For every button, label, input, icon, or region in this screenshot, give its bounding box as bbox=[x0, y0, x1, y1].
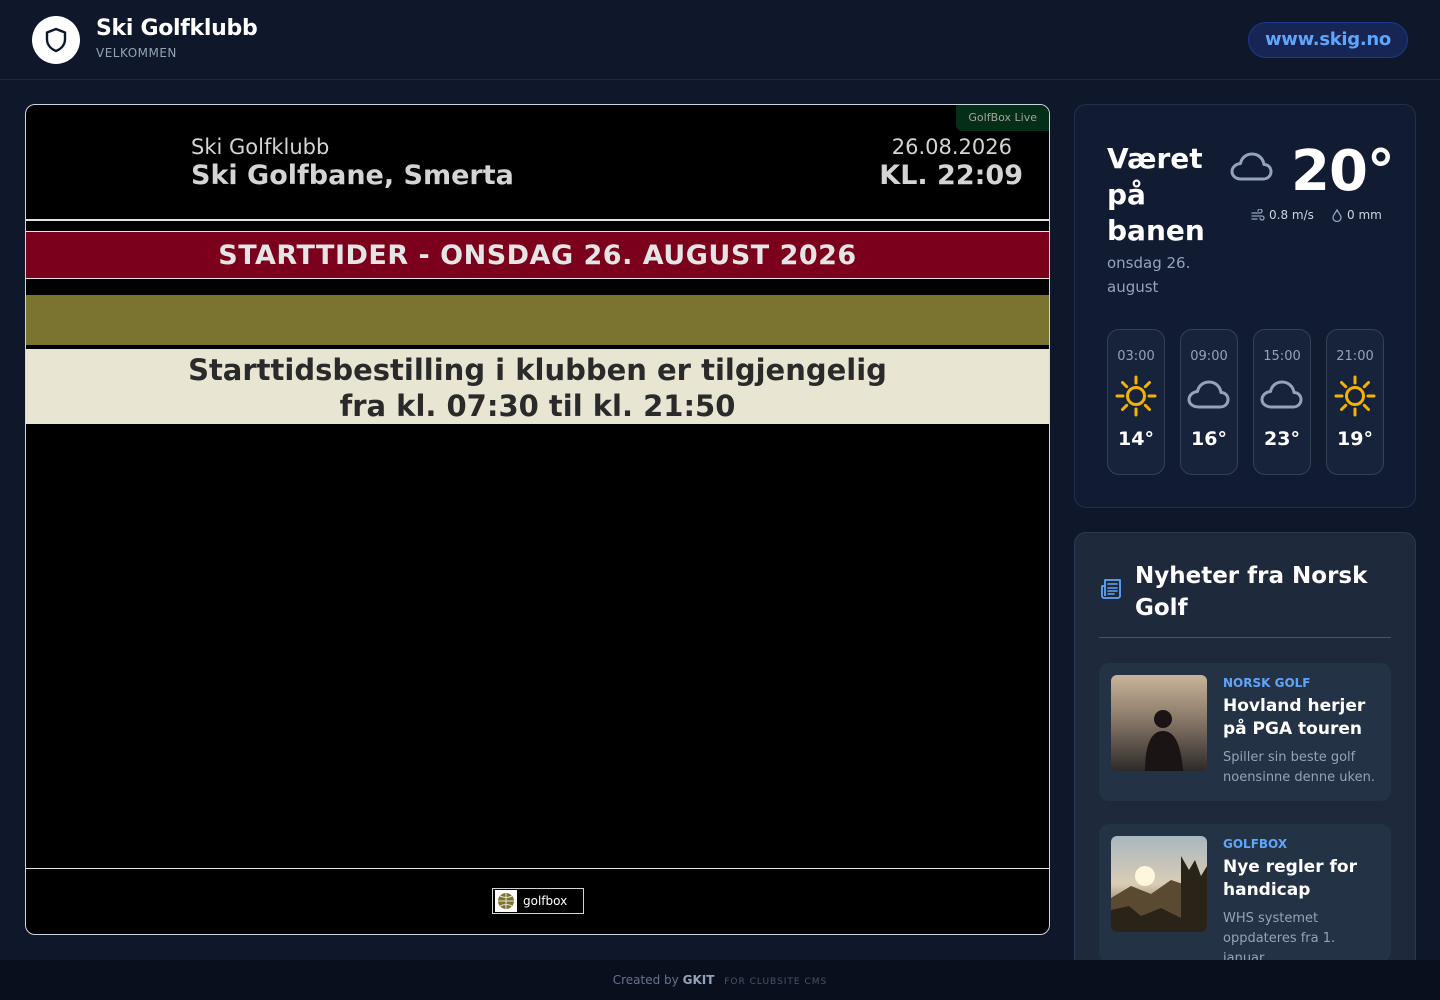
news-tag: NORSK GOLF bbox=[1223, 676, 1311, 690]
rain-readout: 0 mm bbox=[1331, 208, 1382, 222]
news-title: Nyheter fra Norsk Golf bbox=[1135, 563, 1368, 621]
golfbox-display: GolfBox Live Ski Golfklubb Ski Golfbane,… bbox=[25, 104, 1050, 935]
wind-readout: 0.8 m/s bbox=[1251, 208, 1314, 222]
news-image bbox=[1111, 675, 1207, 771]
news-summary: Spiller sin beste golf noensinne denne u… bbox=[1223, 750, 1375, 785]
forecast-temperature: 23° bbox=[1264, 428, 1300, 450]
club-logo[interactable] bbox=[32, 16, 80, 64]
forecast-time: 15:00 bbox=[1263, 349, 1301, 364]
news-image bbox=[1111, 836, 1207, 932]
golfbox-logo: golfbox bbox=[492, 888, 584, 914]
divider bbox=[26, 868, 1049, 869]
golfbox-logo-text: golfbox bbox=[523, 894, 568, 908]
cloud-icon bbox=[1187, 380, 1230, 409]
notice-line-2: fra kl. 07:30 til kl. 21:50 bbox=[339, 389, 736, 423]
weather-card: Været på banen onsdag 26. august 20° 0.8… bbox=[1074, 104, 1416, 508]
olive-strip bbox=[26, 295, 1049, 345]
forecast-temperature: 16° bbox=[1191, 428, 1227, 450]
cloud-icon bbox=[1230, 152, 1273, 181]
forecast-time: 03:00 bbox=[1117, 349, 1155, 364]
forecast-temperature: 19° bbox=[1337, 428, 1373, 450]
footer-brand[interactable]: GKIT bbox=[683, 973, 715, 987]
divider bbox=[1099, 637, 1391, 638]
golfbox-live-badge: GolfBox Live bbox=[956, 105, 1049, 131]
golfbox-date: 26.08.2026 bbox=[891, 135, 1012, 159]
news-card: Nyheter fra Norsk Golf NORSK GOLF Hovlan… bbox=[1074, 532, 1416, 972]
news-headline[interactable]: Nye regler for handicap bbox=[1223, 856, 1383, 902]
golfbox-ball-icon bbox=[495, 890, 517, 912]
weather-title: Været på banen bbox=[1107, 142, 1205, 247]
golfbox-time: KL. 22:09 bbox=[879, 160, 1023, 191]
weather-date: onsdag 26. august bbox=[1107, 254, 1191, 296]
forecast-time: 09:00 bbox=[1190, 349, 1228, 364]
forecast-item: 03:00 14° bbox=[1107, 329, 1165, 475]
wind-icon bbox=[1251, 209, 1265, 221]
golfbox-course-name: Ski Golfbane, Smerta bbox=[191, 160, 514, 191]
wind-speed: 0.8 m/s bbox=[1269, 208, 1314, 222]
sun-icon bbox=[1334, 375, 1376, 417]
club-subtitle: VELKOMMEN bbox=[96, 46, 177, 60]
news-item[interactable]: NORSK GOLF Hovland herjer på PGA touren … bbox=[1099, 663, 1391, 801]
cloud-icon bbox=[1260, 380, 1303, 409]
sun-icon bbox=[1115, 375, 1157, 417]
newspaper-icon bbox=[1101, 579, 1121, 599]
footer-created-by: Created by bbox=[612, 973, 679, 987]
forecast-time: 21:00 bbox=[1336, 349, 1374, 364]
footer-cms: FOR CLUBSITE CMS bbox=[724, 977, 828, 987]
booking-notice: Starttidsbestilling i klubben er tilgjen… bbox=[26, 349, 1049, 424]
current-temperature: 20° bbox=[1291, 139, 1395, 204]
raindrop-icon bbox=[1332, 208, 1342, 222]
divider bbox=[26, 219, 1049, 221]
forecast-item: 15:00 23° bbox=[1253, 329, 1311, 475]
notice-line-1: Starttidsbestilling i klubben er tilgjen… bbox=[188, 353, 887, 387]
news-headline[interactable]: Hovland herjer på PGA touren bbox=[1223, 695, 1383, 741]
footer: Created by GKIT FOR CLUBSITE CMS bbox=[0, 960, 1440, 1000]
forecast-item: 21:00 19° bbox=[1326, 329, 1384, 475]
club-title: Ski Golfklubb bbox=[96, 16, 258, 41]
news-item[interactable]: GOLFBOX Nye regler for handicap WHS syst… bbox=[1099, 824, 1391, 966]
news-tag: GOLFBOX bbox=[1223, 837, 1288, 851]
rain-amount: 0 mm bbox=[1347, 208, 1382, 222]
top-header: Ski Golfklubb VELKOMMEN www.skig.no bbox=[0, 0, 1440, 80]
shield-icon bbox=[45, 27, 67, 53]
golfbox-club-name: Ski Golfklubb bbox=[191, 135, 330, 159]
forecast-item: 09:00 16° bbox=[1180, 329, 1238, 475]
website-link[interactable]: www.skig.no bbox=[1247, 22, 1408, 58]
forecast-temperature: 14° bbox=[1118, 428, 1154, 450]
starttider-banner: STARTTIDER - ONSDAG 26. AUGUST 2026 bbox=[26, 231, 1049, 279]
